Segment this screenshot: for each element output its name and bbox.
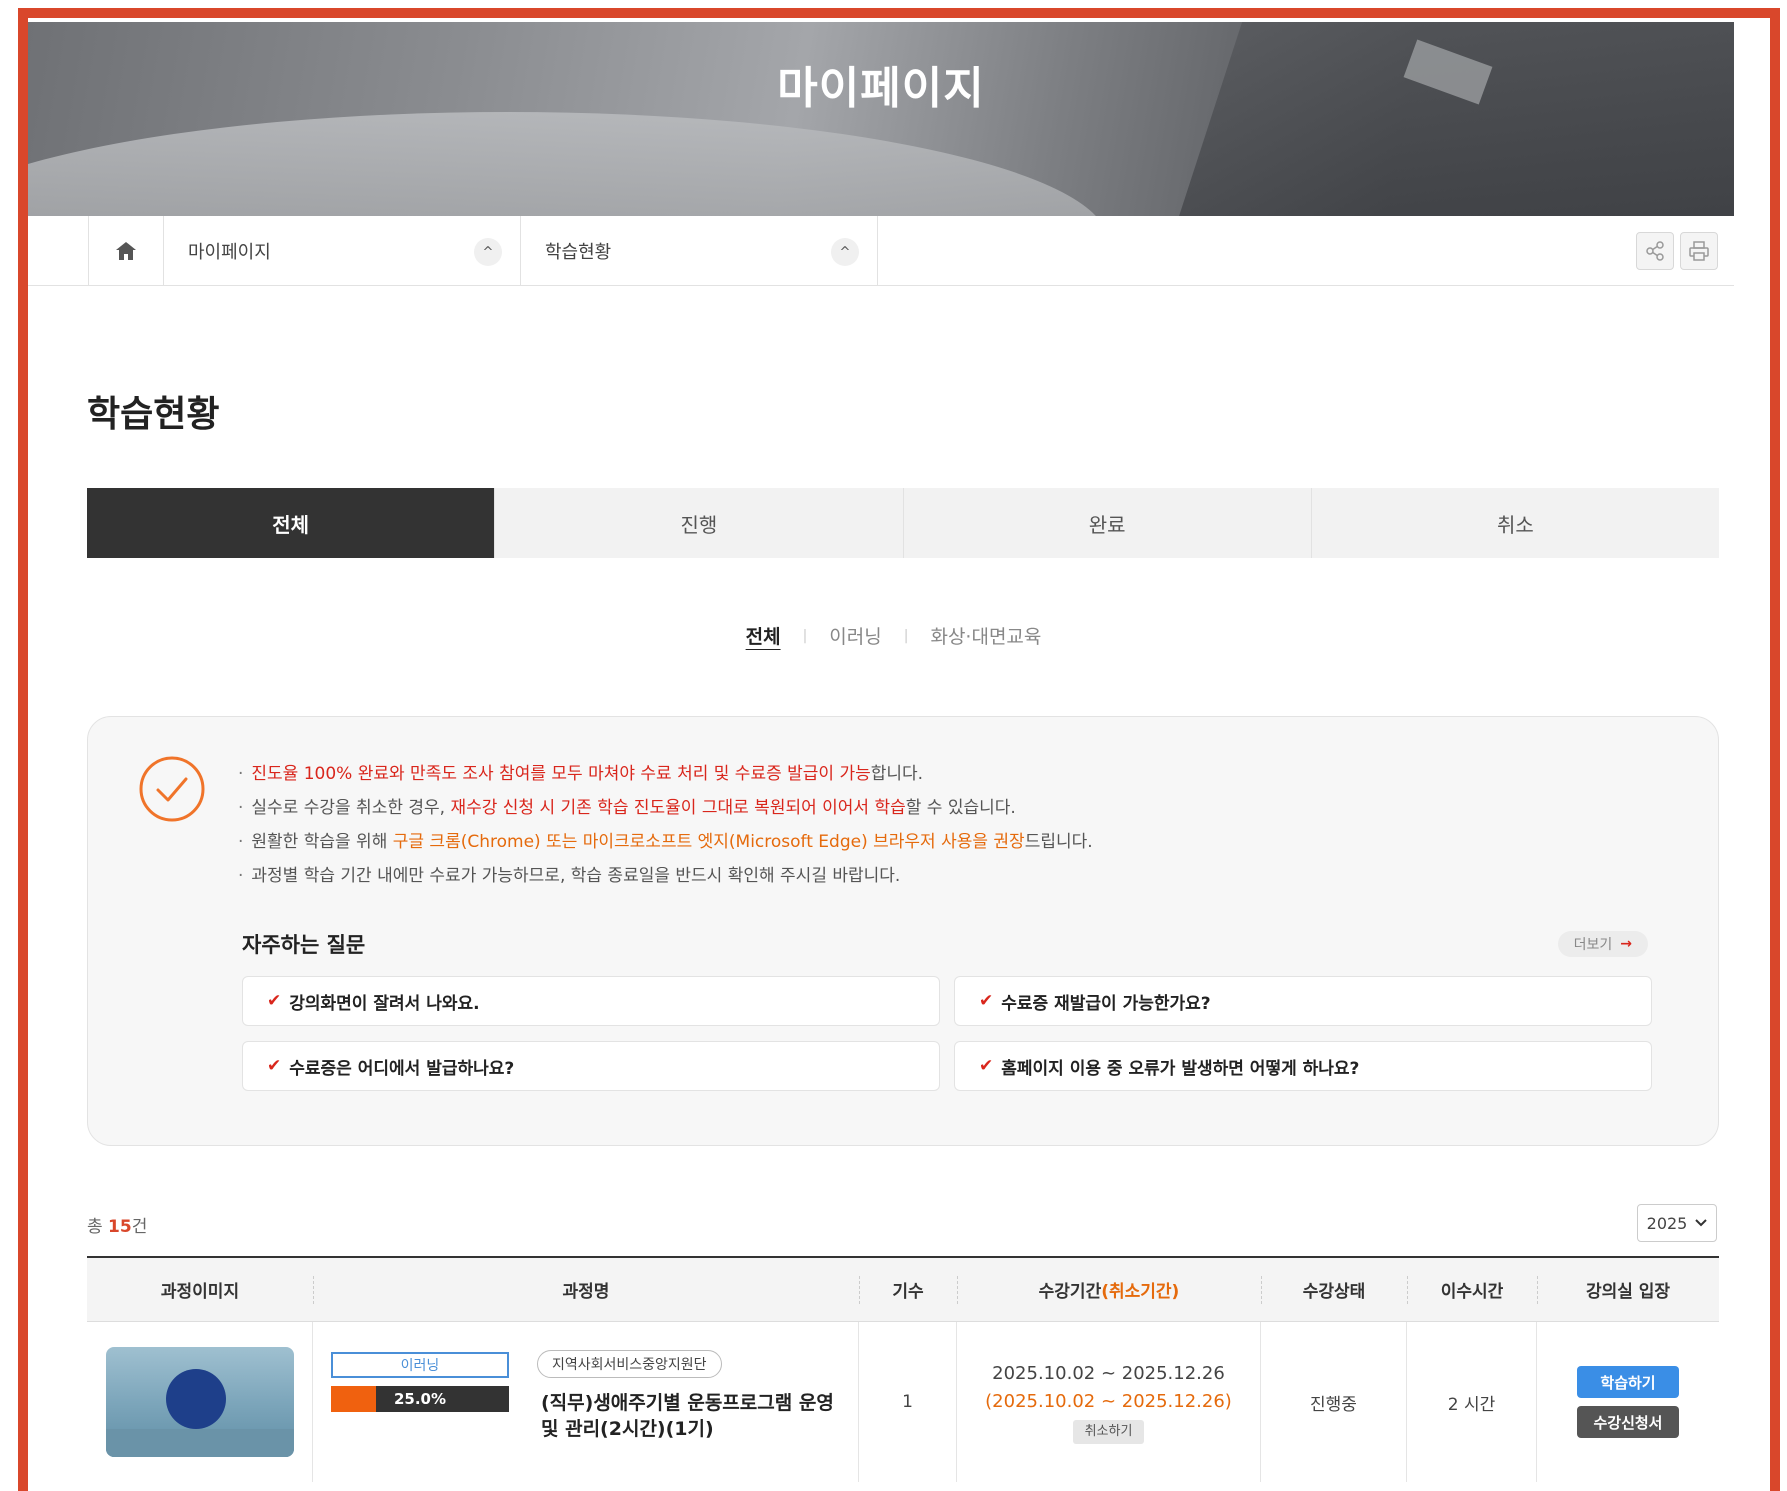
tab-completed[interactable]: 완료 <box>904 488 1312 558</box>
notice-box: 진도율 100% 완료와 만족도 조사 참여를 모두 마쳐야 수료 처리 및 수… <box>87 716 1719 1146</box>
progress-bar: 25.0% <box>331 1386 509 1412</box>
subtab-video-offline[interactable]: 화상·대면교육 <box>908 622 1063 649</box>
tab-cancelled[interactable]: 취소 <box>1312 488 1719 558</box>
check-icon: ✔ <box>979 1056 994 1076</box>
breadcrumb-item-mypage[interactable]: 마이페이지 ^ <box>164 216 521 286</box>
org-badge: 지역사회서비스중앙지원단 <box>537 1350 722 1378</box>
breadcrumb: 마이페이지 ^ 학습현황 ^ <box>28 216 1734 286</box>
progress-label: 25.0% <box>393 1390 447 1408</box>
print-icon <box>1689 241 1709 261</box>
table-row: 이러닝 25.0% 지역사회서비스중앙지원단 (직무)생애주기별 운동프로그램 … <box>87 1322 1719 1482</box>
notice-item: 실수로 수강을 취소한 경우, 재수강 신청 시 기존 학습 진도율이 그대로 … <box>238 791 1093 825</box>
breadcrumb-item-learning-status[interactable]: 학습현황 ^ <box>521 216 878 286</box>
check-circle-icon <box>139 756 205 822</box>
chevron-down-icon <box>1695 1219 1708 1227</box>
application-form-button[interactable]: 수강신청서 <box>1577 1406 1679 1438</box>
enter-cell: 학습하기 수강신청서 <box>1537 1322 1719 1482</box>
header-period: 수강기간 (취소기간) <box>957 1258 1261 1321</box>
breadcrumb-label: 마이페이지 <box>188 242 271 263</box>
total-count: 총 15건 <box>87 1217 148 1237</box>
cancel-button[interactable]: 취소하기 <box>1072 1420 1145 1444</box>
cancel-period: (2025.10.02 ~ 2025.12.26) <box>985 1391 1232 1412</box>
page-title: 학습현황 <box>87 394 220 435</box>
header-status: 수강상태 <box>1261 1258 1407 1321</box>
header-name: 과정명 <box>313 1258 859 1321</box>
status-cell: 진행중 <box>1261 1322 1407 1482</box>
course-type-badge: 이러닝 <box>331 1352 509 1378</box>
home-icon <box>116 242 136 260</box>
faq-item[interactable]: ✔ 강의화면이 잘려서 나와요. <box>242 976 940 1026</box>
course-table: 과정이미지 과정명 기수 수강기간 (취소기간) 수강상태 이수시간 강의실 입장… <box>87 1256 1719 1482</box>
notice-item: 원활한 학습을 위해 구글 크롬(Chrome) 또는 마이크로소프트 엣지(M… <box>238 825 1092 859</box>
arrow-right-icon: → <box>1620 936 1632 952</box>
notice-list: 진도율 100% 완료와 만족도 조사 참여를 모두 마쳐야 수료 처리 및 수… <box>238 757 1093 893</box>
check-icon: ✔ <box>267 1056 282 1076</box>
share-icon <box>1646 241 1664 261</box>
faq-question: 수료증 재발급이 가능한가요? <box>1001 993 1211 1014</box>
more-label: 더보기 <box>1573 937 1613 953</box>
print-button[interactable] <box>1680 232 1718 270</box>
check-icon: ✔ <box>267 991 282 1011</box>
hero-banner: 마이페이지 <box>28 22 1734 216</box>
header-image: 과정이미지 <box>160 1282 240 1302</box>
tab-in-progress[interactable]: 진행 <box>495 488 904 558</box>
chevron-up-icon[interactable]: ^ <box>831 238 859 266</box>
table-header: 과정이미지 과정명 기수 수강기간 (취소기간) 수강상태 이수시간 강의실 입장 <box>87 1258 1719 1322</box>
home-button[interactable] <box>88 216 164 286</box>
hours-cell: 2 시간 <box>1407 1322 1537 1482</box>
tab-all[interactable]: 전체 <box>87 488 496 558</box>
faq-more-button[interactable]: 더보기 → <box>1557 931 1648 957</box>
subtab-elearning[interactable]: 이러닝 <box>807 622 903 649</box>
faq-title: 자주하는 질문 <box>242 933 366 957</box>
study-period: 2025.10.02 ~ 2025.12.26 <box>992 1363 1225 1384</box>
year-select[interactable]: 2025 <box>1637 1204 1717 1242</box>
term-cell: 1 <box>859 1322 957 1482</box>
period-cell: 2025.10.02 ~ 2025.12.26 (2025.10.02 ~ 20… <box>957 1322 1261 1482</box>
header-enter: 강의실 입장 <box>1537 1258 1719 1321</box>
study-button[interactable]: 학습하기 <box>1577 1366 1679 1398</box>
faq-question: 수료증은 어디에서 발급하나요? <box>289 1058 515 1079</box>
type-subtabs: 전체 | 이러닝 | 화상·대면교육 <box>0 622 1787 649</box>
header-hours: 이수시간 <box>1407 1258 1537 1321</box>
faq-question: 홈페이지 이용 중 오류가 발생하면 어떻게 하나요? <box>1001 1058 1360 1079</box>
chevron-up-icon[interactable]: ^ <box>474 238 502 266</box>
faq-item[interactable]: ✔ 홈페이지 이용 중 오류가 발생하면 어떻게 하나요? <box>954 1041 1652 1091</box>
course-info-cell: 이러닝 25.0% 지역사회서비스중앙지원단 (직무)생애주기별 운동프로그램 … <box>313 1322 859 1482</box>
status-tabs: 전체 진행 완료 취소 <box>87 488 1719 558</box>
year-value: 2025 <box>1646 1213 1688 1233</box>
header-term: 기수 <box>859 1258 957 1321</box>
check-icon: ✔ <box>979 991 994 1011</box>
page-tools <box>1636 232 1718 270</box>
course-thumbnail-cell <box>87 1322 313 1482</box>
course-title-link[interactable]: (직무)생애주기별 운동프로그램 운영 및 관리(2시간)(1기) <box>541 1390 851 1442</box>
course-thumbnail[interactable] <box>105 1347 294 1457</box>
faq-question: 강의화면이 잘려서 나와요. <box>289 993 480 1014</box>
faq-item[interactable]: ✔ 수료증은 어디에서 발급하나요? <box>242 1041 940 1091</box>
hero-title: 마이페이지 <box>777 63 985 114</box>
share-button[interactable] <box>1636 232 1674 270</box>
breadcrumb-label: 학습현황 <box>545 242 612 263</box>
notice-item: 진도율 100% 완료와 만족도 조사 참여를 모두 마쳐야 수료 처리 및 수… <box>238 757 1093 791</box>
faq-item[interactable]: ✔ 수료증 재발급이 가능한가요? <box>954 976 1652 1026</box>
notice-item: 과정별 학습 기간 내에만 수료가 가능하므로, 학습 종료일을 반드시 확인해… <box>238 859 1093 893</box>
subtab-all[interactable]: 전체 <box>724 622 803 649</box>
